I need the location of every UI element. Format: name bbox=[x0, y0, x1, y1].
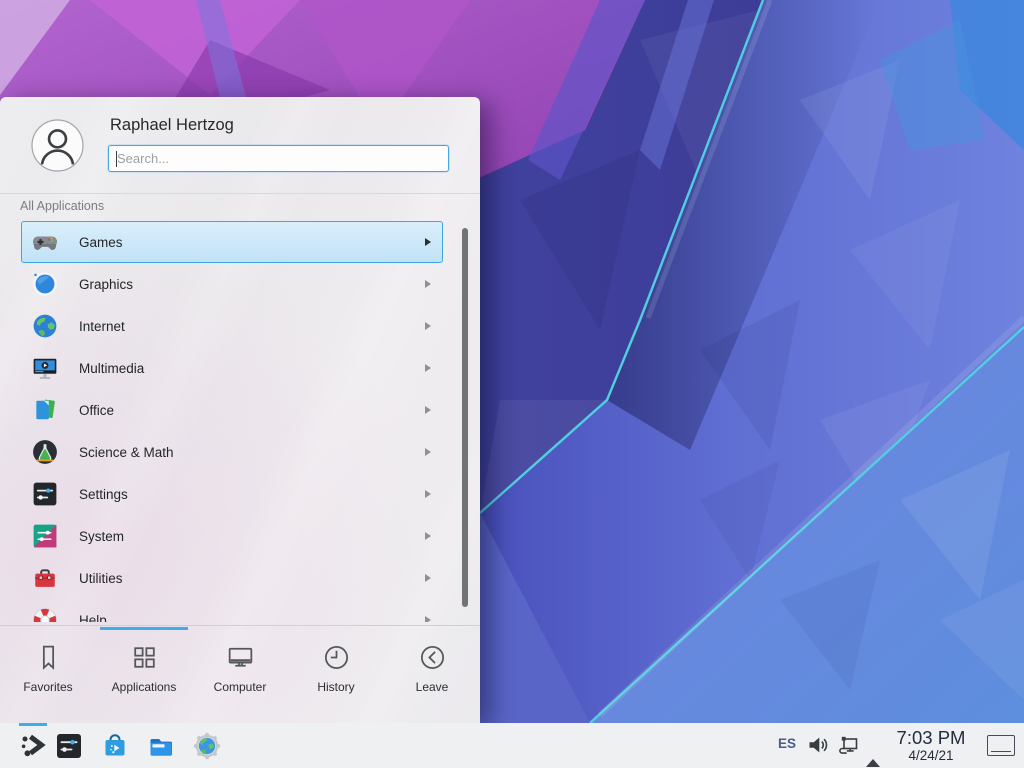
application-launcher-popup: Raphael Hertzog All Applications bbox=[0, 97, 480, 723]
submenu-arrow-icon bbox=[425, 448, 431, 456]
applications-grid-icon bbox=[129, 642, 160, 673]
network-button[interactable] bbox=[836, 733, 860, 757]
category-row-system[interactable]: System bbox=[21, 515, 443, 557]
tab-leave[interactable]: Leave bbox=[384, 626, 480, 723]
submenu-arrow-icon bbox=[425, 322, 431, 330]
globe-icon bbox=[32, 313, 58, 339]
header-divider bbox=[0, 193, 480, 194]
tab-label: Applications bbox=[112, 680, 177, 694]
taskbar-file-manager-button[interactable] bbox=[147, 732, 175, 760]
list-scrollbar[interactable] bbox=[462, 228, 468, 607]
volume-button[interactable] bbox=[806, 733, 830, 757]
category-label: Utilities bbox=[79, 571, 123, 586]
submenu-arrow-icon bbox=[425, 280, 431, 288]
category-row-utilities[interactable]: Utilities bbox=[21, 557, 443, 599]
category-row-multimedia[interactable]: Multimedia bbox=[21, 347, 443, 389]
category-label: Games bbox=[79, 235, 123, 250]
category-label: Science & Math bbox=[79, 445, 174, 460]
submenu-arrow-icon bbox=[425, 574, 431, 582]
search-field-frame bbox=[108, 145, 449, 172]
tab-label: History bbox=[317, 680, 354, 694]
help-lifebuoy-icon bbox=[32, 607, 58, 622]
settings-sliders-icon bbox=[32, 481, 58, 507]
taskbar-browser-button[interactable] bbox=[193, 732, 221, 760]
submenu-arrow-icon bbox=[425, 406, 431, 414]
submenu-arrow-icon bbox=[425, 364, 431, 372]
submenu-arrow-icon bbox=[425, 616, 431, 622]
submenu-arrow-icon bbox=[425, 532, 431, 540]
category-row-graphics[interactable]: Graphics bbox=[21, 263, 443, 305]
category-label: Office bbox=[79, 403, 114, 418]
tab-label: Favorites bbox=[23, 680, 72, 694]
tab-applications[interactable]: Applications bbox=[96, 626, 192, 723]
category-list: Games Graphics bbox=[0, 221, 480, 622]
section-label: All Applications bbox=[20, 199, 104, 213]
computer-icon bbox=[225, 642, 256, 673]
taskbar-discover-button[interactable] bbox=[101, 732, 129, 760]
user-name: Raphael Hertzog bbox=[110, 116, 234, 135]
clock-time: 7:03 PM bbox=[897, 728, 966, 748]
multimedia-icon bbox=[32, 355, 58, 381]
category-label: System bbox=[79, 529, 124, 544]
volume-icon bbox=[806, 733, 830, 757]
taskbar-system-settings-button[interactable] bbox=[55, 732, 83, 760]
tab-history[interactable]: History bbox=[288, 626, 384, 723]
category-label: Internet bbox=[79, 319, 125, 334]
tray-expander-button[interactable] bbox=[866, 742, 880, 760]
launcher-footer: Favorites Applications bbox=[0, 625, 480, 723]
category-label: Multimedia bbox=[79, 361, 144, 376]
category-label: Settings bbox=[79, 487, 128, 502]
desktop: Raphael Hertzog All Applications bbox=[0, 0, 1024, 768]
system-icon bbox=[32, 523, 58, 549]
bookmark-icon bbox=[33, 642, 64, 673]
tab-favorites[interactable]: Favorites bbox=[0, 626, 96, 723]
text-cursor bbox=[116, 151, 117, 167]
keyboard-layout-indicator[interactable]: ES bbox=[778, 736, 796, 751]
taskbar-panel: ES 7:03 PM 4/24/21 bbox=[0, 723, 1024, 768]
tab-label: Computer bbox=[214, 680, 267, 694]
show-desktop-button[interactable] bbox=[987, 735, 1015, 756]
category-row-settings[interactable]: Settings bbox=[21, 473, 443, 515]
history-clock-icon bbox=[321, 642, 352, 673]
browser-globe-icon bbox=[193, 732, 221, 760]
folder-icon bbox=[147, 732, 175, 760]
category-row-science[interactable]: Science & Math bbox=[21, 431, 443, 473]
tab-computer[interactable]: Computer bbox=[192, 626, 288, 723]
graphics-sphere-icon bbox=[32, 271, 58, 297]
category-row-office[interactable]: Office bbox=[21, 389, 443, 431]
category-label: Help bbox=[79, 613, 107, 623]
clock-widget[interactable]: 7:03 PM 4/24/21 bbox=[888, 725, 974, 766]
system-settings-icon bbox=[55, 732, 83, 760]
caret-up-icon bbox=[866, 742, 880, 767]
submenu-arrow-icon bbox=[425, 490, 431, 498]
category-row-games[interactable]: Games bbox=[21, 221, 443, 263]
category-label: Graphics bbox=[79, 277, 133, 292]
category-row-internet[interactable]: Internet bbox=[21, 305, 443, 347]
discover-bag-icon bbox=[101, 732, 129, 760]
gamepad-icon bbox=[32, 229, 58, 255]
submenu-arrow-icon bbox=[425, 238, 431, 246]
taskbar-launcher-button[interactable] bbox=[19, 732, 47, 760]
active-task-indicator bbox=[19, 723, 47, 726]
leave-icon bbox=[417, 642, 448, 673]
active-tab-indicator bbox=[100, 627, 188, 630]
science-flask-icon bbox=[32, 439, 58, 465]
clock-date: 4/24/21 bbox=[908, 748, 953, 763]
kde-launcher-icon bbox=[19, 732, 47, 760]
category-row-help[interactable]: Help bbox=[21, 599, 443, 622]
utilities-toolbox-icon bbox=[32, 565, 58, 591]
search-input[interactable] bbox=[109, 146, 448, 171]
user-avatar[interactable] bbox=[31, 119, 84, 172]
office-documents-icon bbox=[32, 397, 58, 423]
tab-label: Leave bbox=[416, 680, 449, 694]
network-icon bbox=[836, 733, 860, 757]
